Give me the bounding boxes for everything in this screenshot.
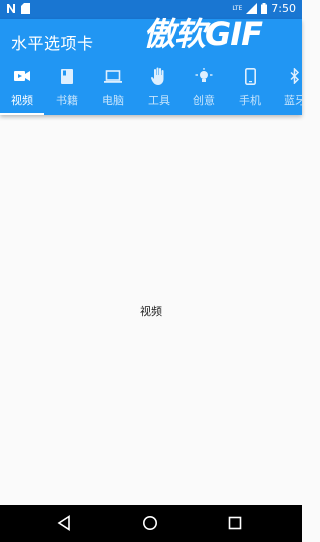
home-button[interactable] [142,515,158,535]
tab-content: 视频 [0,115,302,505]
tab-phone[interactable]: 手机 [228,61,272,115]
recents-icon [228,516,242,530]
back-button[interactable] [57,515,71,535]
tab-video[interactable]: 视频 [0,61,44,115]
laptop-icon [104,67,122,85]
home-icon [143,516,157,530]
tab-label: 蓝牙 [284,94,302,107]
n-notification-icon [6,3,16,14]
tab-bluetooth[interactable]: 蓝牙 [273,61,302,115]
tab-bar: 视频 书籍 电脑 工具 创意 手机 蓝牙 [0,61,302,115]
battery-icon [261,3,268,14]
content-text: 视频 [140,305,162,318]
tab-books[interactable]: 书籍 [45,61,89,115]
sd-card-icon [21,3,30,14]
clock: 7:50 [271,2,296,15]
navigation-bar [0,505,302,542]
tab-creative[interactable]: 创意 [182,61,226,115]
tab-label: 书籍 [56,94,78,107]
bluetooth-icon [290,67,300,85]
tab-label: 创意 [193,94,215,107]
book-icon [61,67,73,85]
app-bar: 水平选项卡 傲软GIF 视频 书籍 电脑 工具 创意 手机 蓝牙 [0,15,302,115]
tab-label: 手机 [239,94,261,107]
tab-label: 视频 [11,94,33,107]
tab-tools[interactable]: 工具 [137,61,181,115]
videocam-icon [14,67,30,85]
page-title: 水平选项卡 [11,34,94,53]
phone-icon [244,67,256,85]
tab-label: 电脑 [102,94,124,107]
hand-icon [151,67,167,85]
watermark-logo: 傲软GIF [143,15,263,53]
tab-label: 工具 [148,94,170,107]
back-icon [57,515,70,531]
lightbulb-icon [195,67,213,85]
tab-computer[interactable]: 电脑 [91,61,135,115]
recents-button[interactable] [228,515,242,535]
